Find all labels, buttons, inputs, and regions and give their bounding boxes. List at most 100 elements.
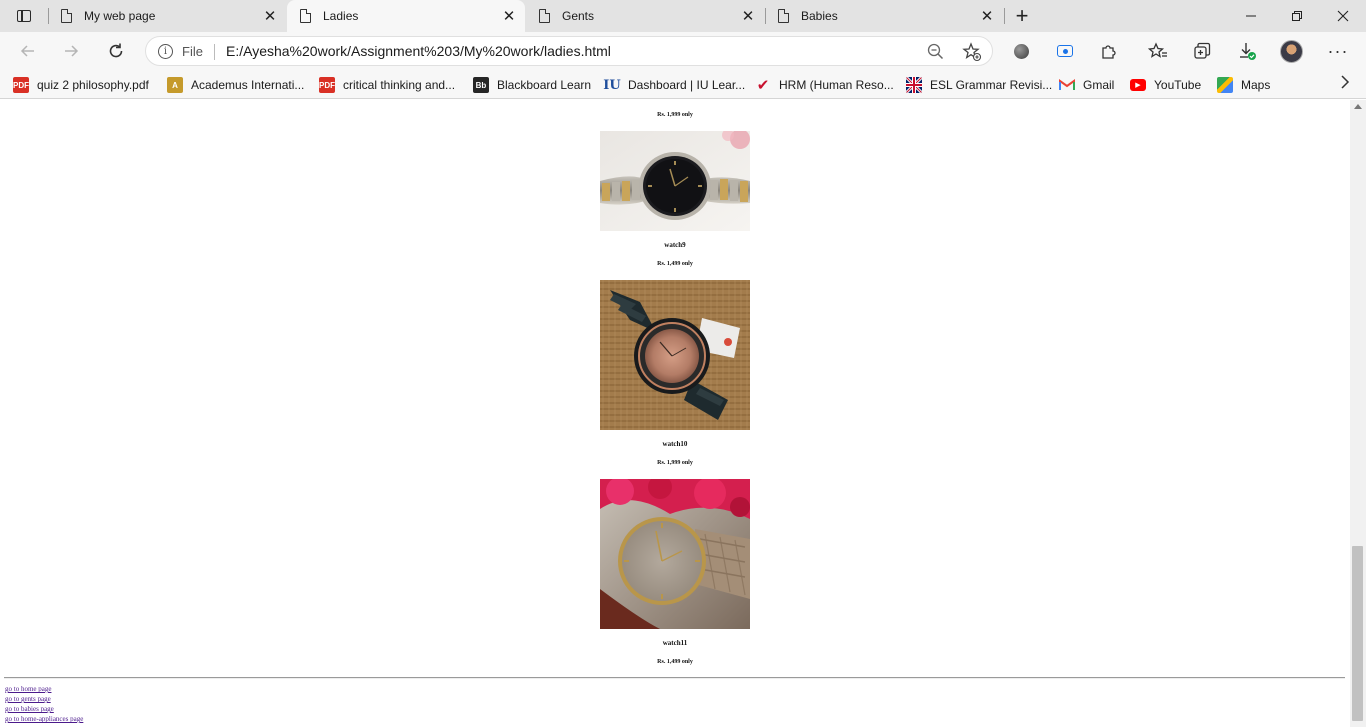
product-image-watch9 [600,131,750,231]
tab-gents[interactable]: Gents ✕ [526,0,764,32]
bookmark-quiz-2-philosophy[interactable]: PDF quiz 2 philosophy.pdf [13,76,149,94]
collections-icon[interactable] [1191,40,1213,62]
downloads-icon[interactable] [1236,40,1258,62]
refresh-icon [109,43,123,58]
bookmark-label: YouTube [1154,78,1202,92]
bookmark-label: Maps [1241,78,1271,92]
favorites-icon[interactable] [1147,40,1169,62]
link-gents-page[interactable]: go to gents page [5,695,51,703]
screen-capture-icon[interactable] [1054,40,1076,62]
close-icon [1337,10,1349,22]
close-icon[interactable]: ✕ [738,6,758,26]
forward-arrow-icon [65,45,79,57]
info-icon[interactable]: i [158,44,173,59]
bookmarks-bar: PDF quiz 2 philosophy.pdf A Academus Int… [0,70,1366,99]
link-babies-page[interactable]: go to babies page [5,705,54,713]
product-price: Rs. 1,499 only [657,659,693,665]
tab-title: Ladies [323,9,359,23]
hrm-icon: ✔ [756,77,770,94]
gmail-icon [1059,77,1075,93]
bookmark-label: Academus Internati... [191,78,305,92]
link-home-appliances-page[interactable]: go to home-appliances page [5,715,83,723]
extension-circle-icon[interactable] [1010,40,1032,62]
bookmark-label: ESL Grammar Revisi... [930,78,1053,92]
uk-flag-icon [906,77,922,93]
tab-actions-button[interactable] [8,4,40,28]
tab-babies[interactable]: Babies ✕ [765,0,1003,32]
page-icon [778,9,789,23]
tab-title: Babies [801,9,838,23]
more-options-icon[interactable]: ··· [1327,40,1349,62]
close-icon[interactable]: ✕ [260,6,280,26]
product-price: Rs. 1,999 only [657,460,693,466]
tab-title: My web page [84,9,156,23]
scrollbar-thumb[interactable] [1352,546,1363,721]
add-favorite-icon[interactable] [962,42,982,62]
tab-separator [1004,8,1005,24]
link-home-page[interactable]: go to home page [5,685,51,693]
scroll-up-arrow-icon[interactable] [1354,104,1362,109]
product-name: watch9 [664,241,686,249]
bookmark-label: Dashboard | IU Lear... [628,78,746,92]
url-text[interactable]: E:/Ayesha%20work/Assignment%203/My%20wor… [226,43,611,59]
forward-button[interactable] [56,37,86,65]
academus-icon: A [167,77,183,93]
tab-my-web-page[interactable]: My web page ✕ [48,0,286,32]
bookmark-label: Blackboard Learn [497,78,592,92]
bookmark-academus[interactable]: A Academus Internati... [167,76,304,94]
bookmark-blackboard-learn[interactable]: Bb Blackboard Learn [473,76,591,94]
minimize-button[interactable] [1228,0,1274,32]
chevron-right-icon[interactable] [1340,75,1350,94]
pdf-icon: PDF [13,77,29,93]
iu-icon: IU [603,77,621,93]
close-window-button[interactable] [1320,0,1366,32]
bookmark-gmail[interactable]: Gmail [1059,76,1114,94]
refresh-button[interactable] [101,37,131,65]
page-viewport: Rs. 1,999 only watch9 Rs. 1,499 only wat… [0,100,1350,727]
bookmark-label: Gmail [1083,78,1115,92]
profile-avatar[interactable] [1280,40,1303,63]
blackboard-icon: Bb [473,77,489,93]
back-button[interactable] [13,37,43,65]
bookmark-hrm[interactable]: ✔ HRM (Human Reso... [755,76,894,94]
sidebar-tabs-icon [17,10,31,22]
vertical-scrollbar[interactable] [1350,100,1366,727]
restore-icon [1292,11,1302,21]
product-image-watch11 [600,479,750,629]
close-icon[interactable]: ✕ [499,6,519,26]
product-price: Rs. 1,499 only [657,261,693,267]
product-image-watch10 [600,280,750,430]
tab-title: Gents [562,9,595,23]
address-divider [214,44,215,60]
product-name: watch10 [662,440,688,448]
page-icon [61,9,72,23]
bookmark-label: quiz 2 philosophy.pdf [37,78,149,92]
bookmark-maps[interactable]: Maps [1217,76,1270,94]
pdf-icon: PDF [319,77,335,93]
back-arrow-icon [20,45,34,57]
bookmark-esl-grammar[interactable]: ESL Grammar Revisi... [906,76,1052,94]
maps-icon [1217,77,1233,93]
youtube-icon: ▶ [1130,79,1146,91]
zoom-out-icon[interactable] [927,43,944,60]
tab-strip: My web page ✕ Ladies ✕ Gents ✕ Babies ✕ … [0,0,1366,32]
address-bar[interactable]: i File E:/Ayesha%20work/Assignment%203/M… [145,36,993,66]
extensions-puzzle-icon[interactable] [1098,40,1120,62]
browser-toolbar: i File E:/Ayesha%20work/Assignment%203/M… [0,32,1366,70]
page-icon [300,9,311,23]
horizontal-rule [4,677,1345,679]
close-icon[interactable]: ✕ [977,6,997,26]
page-icon [539,9,550,23]
new-tab-button[interactable]: + [1010,3,1034,28]
minimize-icon [1246,15,1256,17]
tab-ladies[interactable]: Ladies ✕ [287,0,525,32]
bookmark-label: critical thinking and... [343,78,456,92]
scheme-label: File [182,44,203,59]
product-price: Rs. 1,999 only [657,112,693,118]
bookmark-iu-dashboard[interactable]: IU Dashboard | IU Lear... [603,76,746,94]
restore-button[interactable] [1274,0,1320,32]
bookmark-label: HRM (Human Reso... [779,78,894,92]
bookmark-youtube[interactable]: ▶ YouTube [1130,76,1201,94]
product-name: watch11 [662,639,688,647]
bookmark-critical-thinking[interactable]: PDF critical thinking and... [319,76,455,94]
